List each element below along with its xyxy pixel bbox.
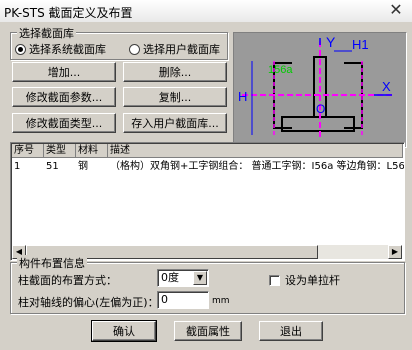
section-drawing: Y H1 H O X 156a — [238, 34, 394, 139]
library-group: 选择截面库 选择系统截面库 选择用户截面库 — [10, 25, 228, 60]
delete-button[interactable]: 删除... — [123, 62, 227, 82]
modify-type-button[interactable]: 修改截面类型... — [12, 113, 116, 133]
radio-user-label: 选择用户截面库 — [143, 43, 220, 56]
offset-label: 柱对轴线的偏心(左偏为正)： — [18, 296, 159, 309]
chevron-down-icon[interactable]: ▼ — [193, 271, 207, 285]
confirm-button[interactable]: 确认 — [91, 320, 157, 342]
list-header: 序号 类型 材料 描述 — [12, 144, 403, 158]
offset-input[interactable]: 0 — [157, 291, 209, 309]
section-list[interactable]: 序号 类型 材料 描述 1 51 钢 （格构）双角钢+工字钢组合： 普通工字钢：… — [10, 142, 405, 261]
title-bar: PK-STS 截面定义及布置 ✕ — [0, 0, 412, 23]
i-beam-flange — [281, 116, 355, 132]
radio-indicator — [15, 43, 26, 55]
column-description[interactable]: 描述 — [108, 144, 403, 158]
offset-value: 0 — [161, 293, 168, 306]
library-group-title: 选择截面库 — [17, 25, 76, 41]
save-user-library-button[interactable]: 存入用户截面库... — [123, 113, 227, 133]
table-row[interactable]: 1 51 钢 （格构）双角钢+工字钢组合： 普通工字钢：I56a 等边角钢：L5… — [12, 160, 405, 174]
single-tension-checkbox[interactable]: 设为单拉杆 — [269, 272, 340, 288]
dialog-body: 选择截面库 选择系统截面库 选择用户截面库 增加... 删除... 修改截面参数… — [0, 22, 412, 350]
scroll-right-icon[interactable]: ▶ — [388, 245, 402, 259]
cell-material: 钢 — [78, 161, 88, 172]
layout-info-title: 构件布置信息 — [17, 255, 87, 271]
exit-button[interactable]: 退出 — [259, 321, 323, 341]
rotation-value: 0度 — [161, 271, 179, 284]
label-x: X — [382, 79, 391, 94]
radio-system-label: 选择系统截面库 — [29, 43, 106, 56]
cell-index: 1 — [14, 161, 21, 172]
section-props-button[interactable]: 截面属性 — [174, 321, 242, 341]
single-tension-label: 设为单拉杆 — [285, 274, 340, 287]
window-title: PK-STS 截面定义及布置 — [4, 6, 133, 20]
radio-user-library[interactable]: 选择用户截面库 — [129, 41, 220, 57]
column-material[interactable]: 材料 — [76, 144, 108, 158]
rotation-select[interactable]: 0度 ▼ — [157, 269, 209, 287]
modify-params-button[interactable]: 修改截面参数... — [12, 87, 116, 107]
label-h1: H1 — [352, 37, 369, 52]
column-type[interactable]: 类型 — [44, 144, 76, 158]
radio-indicator — [129, 43, 140, 55]
section-preview: Y H1 H O X 156a — [233, 32, 407, 148]
close-icon[interactable]: ✕ — [388, 2, 404, 18]
cell-description: （格构）双角钢+工字钢组合： 普通工字钢：I56a 等边角钢：L56 — [110, 161, 405, 172]
label-y: Y — [326, 34, 336, 50]
label-h: H — [238, 89, 247, 104]
label-o: O — [316, 102, 325, 116]
column-index[interactable]: 序号 — [12, 144, 44, 158]
copy-button[interactable]: 复制... — [123, 87, 227, 107]
add-button[interactable]: 增加... — [12, 62, 116, 82]
radio-system-library[interactable]: 选择系统截面库 — [15, 41, 106, 57]
rotation-label: 柱截面的布置方式： — [18, 274, 117, 287]
checkbox-box[interactable] — [269, 274, 280, 286]
label-size: 156a — [268, 64, 293, 76]
cell-type: 51 — [46, 161, 59, 172]
offset-unit: mm — [212, 296, 230, 306]
